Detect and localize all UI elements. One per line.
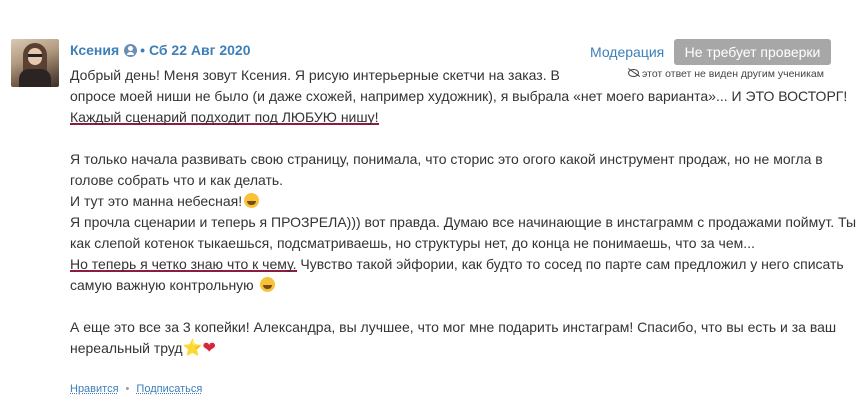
highlighted-text: Каждый сценарий подходит под ЛЮБУЮ нишу! [70, 109, 379, 125]
laughing-emoji-icon [244, 193, 260, 208]
avatar-glasses [28, 54, 42, 57]
comment-paragraph-3: А еще это все за 3 копейки! Александра, … [70, 317, 837, 359]
comment-date[interactable]: Сб 22 Авг 2020 [149, 42, 251, 58]
text-line: Но теперь я четко знаю что к чему. Чувст… [70, 254, 844, 275]
author-name[interactable]: Ксения [70, 42, 119, 58]
text-fragment: нереальный труд [70, 340, 183, 356]
like-link[interactable]: Нравится [70, 383, 119, 395]
comment-footer: Нравится • Подписаться [70, 383, 202, 395]
avatar[interactable] [11, 39, 59, 87]
no-review-button[interactable]: Не требует проверки [674, 39, 831, 65]
text-line: голове собрать что и как делать. [70, 172, 284, 188]
text-fragment: самую важную контрольную [70, 277, 254, 293]
text-line: Каждый сценарий подходит под ЛЮБУЮ нишу! [70, 107, 830, 128]
heart-icon: ❤ [202, 340, 216, 357]
text-fragment: И тут это манна небесная! [70, 193, 243, 209]
comment-header: Ксения • Сб 22 Авг 2020 [70, 42, 250, 58]
text-line: нереальный труд⭐❤ [70, 338, 830, 359]
avatar-body [19, 69, 51, 87]
star-icon: ⭐ [182, 340, 203, 357]
text-line: А еще это все за 3 копейки! Александра, … [70, 319, 837, 335]
text-line: Я только начала развивать свою страницу,… [70, 151, 823, 167]
text-line: Добрый день! Меня зовут Ксения. Я рисую … [70, 67, 560, 83]
text-line: И тут это манна небесная! [70, 191, 830, 212]
grinning-emoji-icon [259, 277, 275, 292]
user-verified-icon [124, 44, 138, 57]
text-line: как слепой котенок тыкаешься, подсматрив… [70, 235, 755, 251]
footer-separator: • [125, 383, 130, 395]
comment-paragraph-2: Я только начала развивать свою страницу,… [70, 149, 856, 296]
text-fragment: Чувство такой эйфории, как будто то сосе… [296, 256, 844, 272]
text-line: опросе моей ниши не было (и даже схожей,… [70, 88, 848, 104]
text-line: самую важную контрольную [70, 275, 830, 296]
subscribe-link[interactable]: Подписаться [136, 383, 202, 395]
highlighted-text: Но теперь я четко знаю что к чему. [70, 256, 297, 272]
comment-paragraph-1: Добрый день! Меня зовут Ксения. Я рисую … [70, 65, 848, 128]
moderation-link[interactable]: Модерация [590, 44, 664, 60]
text-line: Я прочла сценарии и теперь я ПРОЗРЕЛА)))… [70, 214, 856, 230]
header-separator: • [140, 42, 146, 58]
